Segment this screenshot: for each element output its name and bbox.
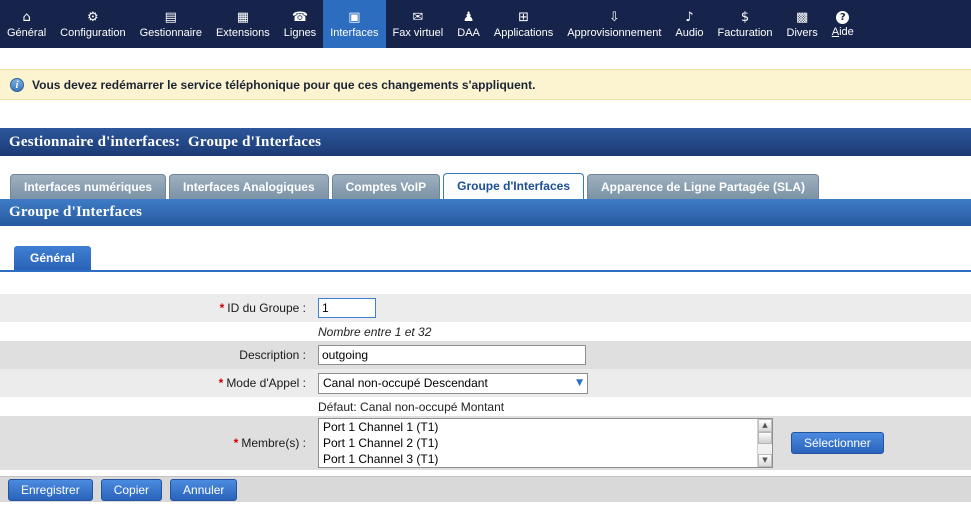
listbox-option[interactable]: Port 1 Channel 3 (T1) xyxy=(319,451,772,467)
nav-item-configuration[interactable]: ⚙ Configuration xyxy=(53,0,132,48)
card-index-icon: ▤ xyxy=(164,9,177,25)
nav-item-facturation[interactable]: $ Facturation xyxy=(711,0,780,48)
person-icon: ♟ xyxy=(462,9,475,25)
nav-item-label: Lignes xyxy=(283,26,317,39)
group-id-label: * ID du Groupe : xyxy=(219,301,306,315)
nav-item-fax-virtuel[interactable]: ✉ Fax virtuel xyxy=(386,0,451,48)
ports-icon: ▣ xyxy=(348,9,361,25)
gear-icon: ⚙ xyxy=(87,9,99,25)
actions-bar: Enregistrer Copier Annuler xyxy=(0,476,971,502)
tab-groupe-interfaces[interactable]: Groupe d'Interfaces xyxy=(443,173,584,199)
download-icon: ⇩ xyxy=(608,9,620,25)
call-mode-label: * Mode d'Appel : xyxy=(218,376,306,390)
nav-item-general[interactable]: ⌂ Général xyxy=(0,0,53,48)
group-id-input[interactable] xyxy=(318,298,376,318)
description-input[interactable] xyxy=(318,345,586,365)
scrollbar[interactable]: ▲ ▼ xyxy=(757,419,772,467)
members-row: * Membre(s) : Port 1 Channel 1 (T1) Port … xyxy=(0,416,971,470)
fax-icon: ✉ xyxy=(412,9,424,25)
tab-interfaces-numeriques[interactable]: Interfaces numériques xyxy=(10,174,167,199)
keypad-icon: ▦ xyxy=(236,9,249,25)
scrollbar-thumb[interactable] xyxy=(758,432,772,444)
billing-icon: $ xyxy=(740,9,750,25)
group-id-help-row: Nombre entre 1 et 32 xyxy=(0,322,971,341)
nav-item-label: Audio xyxy=(675,26,704,39)
help-icon: ? xyxy=(836,10,850,24)
members-label: * Membre(s) : xyxy=(233,436,306,450)
nav-item-applications[interactable]: ⊞ Applications xyxy=(487,0,560,48)
nav-item-label: Fax virtuel xyxy=(392,26,444,39)
required-marker: * xyxy=(219,301,225,315)
nav-item-gestionnaire[interactable]: ▤ Gestionnaire xyxy=(133,0,209,48)
apps-grid-icon: ⊞ xyxy=(518,9,529,25)
subtab-general[interactable]: Général xyxy=(14,246,91,270)
nav-item-label: Divers xyxy=(786,26,818,39)
call-mode-select[interactable]: Canal non-occupé Descendant ▼ xyxy=(318,372,588,394)
call-mode-selected-value: Canal non-occupé Descendant xyxy=(323,376,488,390)
group-form: *ID du Groupe : Nombre entre 1 et 32 Des… xyxy=(0,294,971,470)
nav-item-label: Général xyxy=(7,26,47,39)
call-mode-help-text: Défaut: Canal non-occupé Montant xyxy=(318,399,505,414)
group-id-row: * ID du Groupe : xyxy=(0,294,971,322)
banner-text: Vous devez redémarrer le service télépho… xyxy=(32,77,536,92)
nav-item-label: Aide xyxy=(831,25,854,38)
call-mode-row: * Mode d'Appel : Canal non-occupé Descend… xyxy=(0,369,971,397)
select-members-button[interactable]: Sélectionner xyxy=(791,432,884,454)
nav-item-label: Approvisionnement xyxy=(567,26,662,39)
phone-icon: ☎ xyxy=(291,9,309,25)
members-listbox[interactable]: Port 1 Channel 1 (T1) Port 1 Channel 2 (… xyxy=(318,418,773,468)
top-navigation: ⌂ Général ⚙ Configuration ▤ Gestionnaire… xyxy=(0,0,971,48)
page-header: Gestionnaire d'interfaces: Groupe d'Inte… xyxy=(0,128,971,156)
description-label: Description : xyxy=(239,348,306,362)
tab-bar: Interfaces numériques Interfaces Analogi… xyxy=(0,173,971,199)
nav-item-lignes[interactable]: ☎ Lignes xyxy=(277,0,323,48)
nav-item-label: Facturation xyxy=(717,26,773,39)
call-mode-help-row: Défaut: Canal non-occupé Montant xyxy=(0,397,971,416)
restart-warning-banner: i Vous devez redémarrer le service télép… xyxy=(0,69,971,100)
tab-comptes-voip[interactable]: Comptes VoIP xyxy=(331,174,441,199)
description-row: Description : xyxy=(0,341,971,369)
nav-item-label: Gestionnaire xyxy=(139,26,202,39)
nav-item-divers[interactable]: ▩ Divers xyxy=(780,0,825,48)
copy-button[interactable]: Copier xyxy=(100,478,163,501)
music-note-icon: ♪ xyxy=(685,9,694,25)
chevron-down-icon: ▼ xyxy=(576,378,583,388)
nav-item-label: Applications xyxy=(493,26,554,39)
group-id-help-text: Nombre entre 1 et 32 xyxy=(318,324,432,339)
required-marker: * xyxy=(233,436,239,450)
nav-item-audio[interactable]: ♪ Audio xyxy=(668,0,710,48)
scroll-down-icon[interactable]: ▼ xyxy=(758,454,772,467)
section-header: Groupe d'Interfaces xyxy=(0,199,971,226)
required-marker: * xyxy=(218,376,224,390)
grid-icon: ▩ xyxy=(795,9,809,25)
scroll-up-icon[interactable]: ▲ xyxy=(758,419,772,432)
section-title: Groupe d'Interfaces xyxy=(9,204,143,220)
tab-apparence-sla[interactable]: Apparence de Ligne Partagée (SLA) xyxy=(587,174,820,199)
page-title: Gestionnaire d'interfaces: Groupe d'Inte… xyxy=(9,133,322,150)
listbox-option[interactable]: Port 1 Channel 1 (T1) xyxy=(319,419,772,435)
nav-item-aide[interactable]: ? Aide xyxy=(825,0,861,48)
nav-item-extensions[interactable]: ▦ Extensions xyxy=(209,0,277,48)
save-button[interactable]: Enregistrer xyxy=(8,478,93,501)
home-icon: ⌂ xyxy=(22,9,31,25)
nav-item-label: Extensions xyxy=(215,26,270,39)
nav-item-approvisionnement[interactable]: ⇩ Approvisionnement xyxy=(560,0,668,48)
cancel-button[interactable]: Annuler xyxy=(170,478,238,501)
nav-item-label: Configuration xyxy=(60,26,126,39)
listbox-option[interactable]: Port 1 Channel 2 (T1) xyxy=(319,435,772,451)
nav-item-interfaces[interactable]: ▣ Interfaces xyxy=(323,0,386,48)
nav-item-label: DAA xyxy=(457,26,480,39)
subtab-bar: Général xyxy=(0,246,971,272)
tab-interfaces-analogiques[interactable]: Interfaces Analogiques xyxy=(169,174,329,199)
info-icon: i xyxy=(10,77,24,92)
nav-item-label: Interfaces xyxy=(330,26,379,39)
nav-item-daa[interactable]: ♟ DAA xyxy=(450,0,487,48)
